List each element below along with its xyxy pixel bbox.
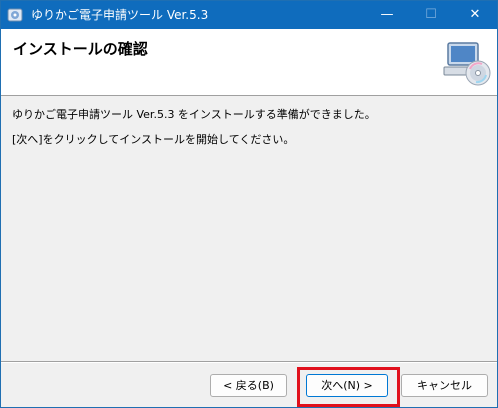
installer-app-icon — [7, 8, 23, 22]
computer-cd-icon — [443, 42, 491, 86]
header-banner: インストールの確認 — [1, 29, 497, 96]
title-bar[interactable]: ゆりかご電子申請ツール Ver.5.3 — ☐ ✕ — [1, 1, 497, 29]
minimize-button[interactable]: — — [365, 1, 409, 29]
instruction-message: [次へ]をクリックしてインストールを開始してください。 — [12, 133, 295, 146]
back-button[interactable]: < 戻る(B) — [210, 374, 287, 397]
page-title: インストールの確認 — [13, 40, 148, 58]
footer-divider-highlight — [1, 362, 497, 363]
installer-window: ゆりかご電子申請ツール Ver.5.3 — ☐ ✕ インストールの確認 ゆりかご… — [0, 0, 498, 408]
maximize-button[interactable]: ☐ — [409, 1, 453, 29]
content-area: ゆりかご電子申請ツール Ver.5.3 をインストールする準備ができました。 [… — [1, 96, 497, 361]
cancel-button[interactable]: キャンセル — [401, 374, 488, 397]
close-button[interactable]: ✕ — [453, 1, 497, 29]
window-title: ゆりかご電子申請ツール Ver.5.3 — [31, 8, 209, 22]
next-button-highlight-box — [297, 367, 400, 407]
ready-message: ゆりかご電子申請ツール Ver.5.3 をインストールする準備ができました。 — [12, 108, 376, 121]
